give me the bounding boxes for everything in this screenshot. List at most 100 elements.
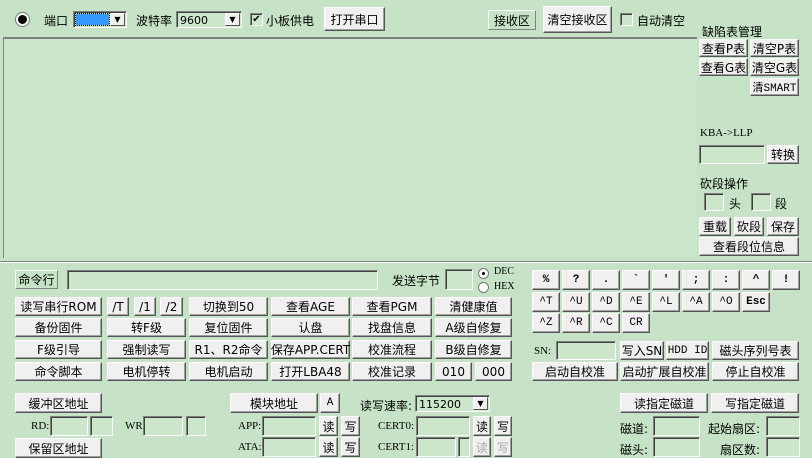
cert1-write-button[interactable]: 写 xyxy=(494,437,512,457)
clear-recv-button[interactable]: 清空接收区 xyxy=(543,6,612,33)
hex-radio[interactable] xyxy=(478,282,489,293)
command-button[interactable]: F级引导 xyxy=(15,340,102,359)
command-button[interactable]: 电机启动 xyxy=(189,362,268,381)
app-input[interactable] xyxy=(262,416,316,436)
command-button[interactable]: /1 xyxy=(134,297,156,316)
cmd-input[interactable] xyxy=(67,270,378,290)
key-button[interactable]: CR xyxy=(622,313,650,333)
command-button[interactable]: R1、R2命令 xyxy=(189,340,268,359)
command-button[interactable]: 备份固件 xyxy=(15,318,102,337)
cert0-input[interactable] xyxy=(416,416,470,436)
cert1-read-button[interactable]: 读 xyxy=(473,437,491,457)
key-button[interactable]: : xyxy=(712,270,740,290)
wr-input[interactable] xyxy=(143,416,183,436)
dec-radio[interactable] xyxy=(478,268,489,279)
clear-p-table-button[interactable]: 清空P表 xyxy=(750,39,799,57)
command-button[interactable]: 找盘信息 xyxy=(352,318,432,337)
command-button[interactable]: 010 xyxy=(435,362,472,381)
command-button[interactable]: A级自修复 xyxy=(435,318,512,337)
command-button[interactable]: 查看AGE xyxy=(271,297,350,316)
read-track-button[interactable]: 读指定磁道 xyxy=(620,393,708,413)
command-button[interactable]: 电机停转 xyxy=(107,362,186,381)
auto-clear-checkbox[interactable] xyxy=(620,13,633,26)
wr-input-2[interactable] xyxy=(186,416,206,436)
clear-smart-button[interactable]: 清SMART xyxy=(750,78,799,96)
reserved-addr-button[interactable]: 保留区地址 xyxy=(15,438,102,458)
track-input[interactable] xyxy=(653,416,700,436)
key-button[interactable]: ^L xyxy=(652,292,680,312)
app-read-button[interactable]: 读 xyxy=(319,416,338,436)
command-button[interactable]: 切换到50 xyxy=(189,297,268,316)
key-button[interactable]: ^D xyxy=(592,292,620,312)
write-track-button[interactable]: 写指定磁道 xyxy=(711,393,799,413)
command-button[interactable]: 保存APP.CERT xyxy=(271,340,350,359)
command-button[interactable]: 转F级 xyxy=(107,318,186,337)
view-seg-info-button[interactable]: 查看段位信息 xyxy=(699,237,799,256)
key-button[interactable]: ^T xyxy=(532,292,560,312)
view-p-table-button[interactable]: 查看P表 xyxy=(699,39,748,57)
key-button[interactable]: ^A xyxy=(682,292,710,312)
key-button[interactable]: % xyxy=(532,270,560,290)
sector-count-input[interactable] xyxy=(766,437,800,457)
a-button[interactable]: A xyxy=(320,393,340,413)
key-button[interactable]: . xyxy=(592,270,620,290)
app-write-button[interactable]: 写 xyxy=(341,416,360,436)
command-button[interactable]: 打开LBA48 xyxy=(271,362,350,381)
head-input-bottom[interactable] xyxy=(653,437,700,457)
command-button[interactable]: /T xyxy=(107,297,129,316)
key-button[interactable]: ^O xyxy=(712,292,740,312)
start-cal-button[interactable]: 启动自校准 xyxy=(532,362,618,381)
key-button[interactable]: ^U xyxy=(562,292,590,312)
command-button[interactable]: 复位固件 xyxy=(189,318,268,337)
module-addr-button[interactable]: 模块地址 xyxy=(230,393,318,413)
clear-g-table-button[interactable]: 清空G表 xyxy=(750,58,799,76)
command-button[interactable]: /2 xyxy=(160,297,183,316)
head-input[interactable] xyxy=(704,193,724,211)
key-button[interactable]: Esc xyxy=(742,292,770,312)
kba-input[interactable] xyxy=(699,145,765,164)
receive-textarea[interactable] xyxy=(3,37,697,258)
key-button[interactable]: ^Z xyxy=(532,313,560,333)
hdd-id-button[interactable]: HDD ID xyxy=(666,341,709,360)
stop-cal-button[interactable]: 停止自校准 xyxy=(712,362,799,381)
key-button[interactable]: ! xyxy=(772,270,800,290)
command-button[interactable]: B级自修复 xyxy=(435,340,512,359)
command-button[interactable]: 校准记录 xyxy=(352,362,432,381)
cert0-read-button[interactable]: 读 xyxy=(473,416,491,436)
write-sn-button[interactable]: 写入SN xyxy=(620,341,664,360)
cert1-input-2[interactable] xyxy=(458,437,470,457)
rw-rate-select[interactable]: 115200 ▼ xyxy=(415,395,490,412)
ata-write-button[interactable]: 写 xyxy=(341,437,360,457)
key-button[interactable]: ^ xyxy=(742,270,770,290)
port-select[interactable]: ▼ xyxy=(73,11,127,28)
command-button[interactable]: 查看PGM xyxy=(352,297,432,316)
open-port-button[interactable]: 打开串口 xyxy=(324,7,385,31)
command-button[interactable]: 认盘 xyxy=(271,318,350,337)
command-button[interactable]: 命令脚本 xyxy=(15,362,102,381)
command-button[interactable]: 校准流程 xyxy=(352,340,432,359)
save-button[interactable]: 保存 xyxy=(767,217,799,236)
buffer-addr-button[interactable]: 缓冲区地址 xyxy=(15,393,102,413)
cert0-write-button[interactable]: 写 xyxy=(494,416,512,436)
convert-button[interactable]: 转换 xyxy=(767,145,799,164)
reload-button[interactable]: 重载 xyxy=(699,217,731,236)
command-button[interactable]: 读写串行ROM xyxy=(15,297,102,316)
power-checkbox[interactable]: ✔ xyxy=(250,13,263,26)
start-ext-cal-button[interactable]: 启动扩展自校准 xyxy=(620,362,709,381)
start-sector-input[interactable] xyxy=(766,416,800,436)
ata-input[interactable] xyxy=(262,437,316,457)
key-button[interactable]: ? xyxy=(562,270,590,290)
head-sn-table-button[interactable]: 磁头序列号表 xyxy=(712,341,799,360)
key-button[interactable]: ^E xyxy=(622,292,650,312)
key-button[interactable]: ' xyxy=(652,270,680,290)
send-bytes-input[interactable] xyxy=(445,269,473,290)
baud-select[interactable]: 9600 ▼ xyxy=(176,11,242,28)
command-button[interactable]: 强制读写 xyxy=(107,340,186,359)
ata-read-button[interactable]: 读 xyxy=(319,437,338,457)
key-button[interactable]: ^C xyxy=(592,313,620,333)
sn-input[interactable] xyxy=(556,341,616,360)
view-g-table-button[interactable]: 查看G表 xyxy=(699,58,748,76)
rd-input-2[interactable] xyxy=(90,416,113,436)
key-button[interactable]: ; xyxy=(682,270,710,290)
command-button[interactable]: 清健康值 xyxy=(435,297,512,316)
